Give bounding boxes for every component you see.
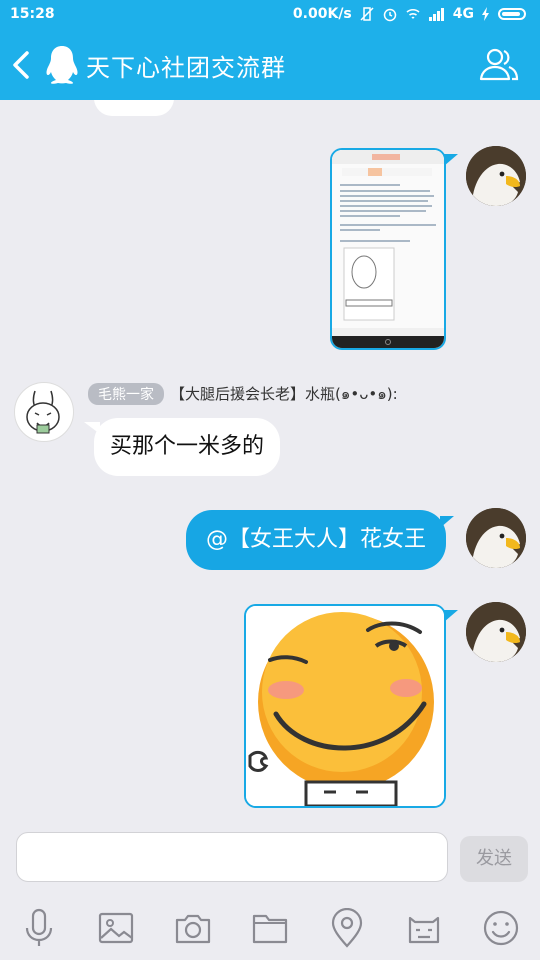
- network-type: 4G: [452, 6, 474, 22]
- eagle-avatar-image: [466, 602, 526, 662]
- status-bar: 15:28 0.00K/s 4G: [0, 0, 540, 30]
- alarm-icon: [383, 8, 397, 22]
- title-bar: 天下心社团交流群: [0, 30, 540, 100]
- mic-icon[interactable]: [20, 908, 58, 948]
- my-avatar[interactable]: [466, 146, 526, 206]
- sender-info: 毛熊一家 【大腿后援会长老】水瓶(๑•ᴗ•๑):: [88, 382, 398, 406]
- my-avatar[interactable]: [466, 602, 526, 662]
- wifi-icon: [406, 8, 420, 19]
- folder-icon[interactable]: [251, 908, 289, 948]
- rabbit-avatar-image: [26, 390, 60, 434]
- camera-icon[interactable]: [174, 908, 212, 948]
- incoming-text-message[interactable]: 买那个一米多的: [94, 418, 281, 476]
- group-members-icon[interactable]: [478, 46, 520, 82]
- eagle-avatar-image: [466, 508, 526, 568]
- charging-icon: [482, 7, 489, 21]
- bubble-tail: [444, 610, 458, 622]
- page-title: 天下心社团交流群: [86, 54, 286, 82]
- send-button[interactable]: 发送: [460, 836, 528, 882]
- battery-icon: [498, 8, 526, 20]
- image-icon[interactable]: [97, 908, 135, 948]
- vibrate-off-icon: [360, 7, 374, 21]
- location-icon[interactable]: [328, 908, 366, 948]
- smirk-emoji-sticker: [246, 606, 444, 806]
- input-toolbar: [0, 896, 540, 960]
- signal-icon: [428, 8, 444, 21]
- status-time: 15:28: [10, 6, 55, 22]
- my-avatar[interactable]: [466, 508, 526, 568]
- status-right: 0.00K/s 4G: [293, 6, 526, 22]
- chat-area[interactable]: 毛熊一家 【大腿后援会长老】水瓶(๑•ᴗ•๑): 买那个一米多的 @【女王大人】…: [0, 100, 540, 820]
- back-icon[interactable]: [10, 50, 34, 80]
- partial-message-bubble: [94, 100, 174, 116]
- sticker-icon[interactable]: [405, 908, 443, 948]
- screenshot-thumbnail: [332, 150, 444, 348]
- network-speed: 0.00K/s: [292, 6, 352, 22]
- bubble-tail: [444, 154, 458, 166]
- emoji-icon[interactable]: [482, 908, 520, 948]
- sender-avatar[interactable]: [14, 382, 74, 442]
- sender-name[interactable]: 【大腿后援会长老】水瓶(๑•ᴗ•๑):: [170, 382, 398, 406]
- message-input[interactable]: [16, 832, 448, 882]
- sticker-image-message[interactable]: [244, 604, 446, 808]
- eagle-avatar-image: [466, 146, 526, 206]
- group-title-badge: 毛熊一家: [88, 383, 164, 405]
- qq-penguin-icon: [46, 46, 78, 84]
- outgoing-text-message[interactable]: @【女王大人】花女王: [185, 510, 446, 570]
- composer: 发送: [0, 820, 540, 896]
- screenshot-image-message[interactable]: [330, 148, 446, 350]
